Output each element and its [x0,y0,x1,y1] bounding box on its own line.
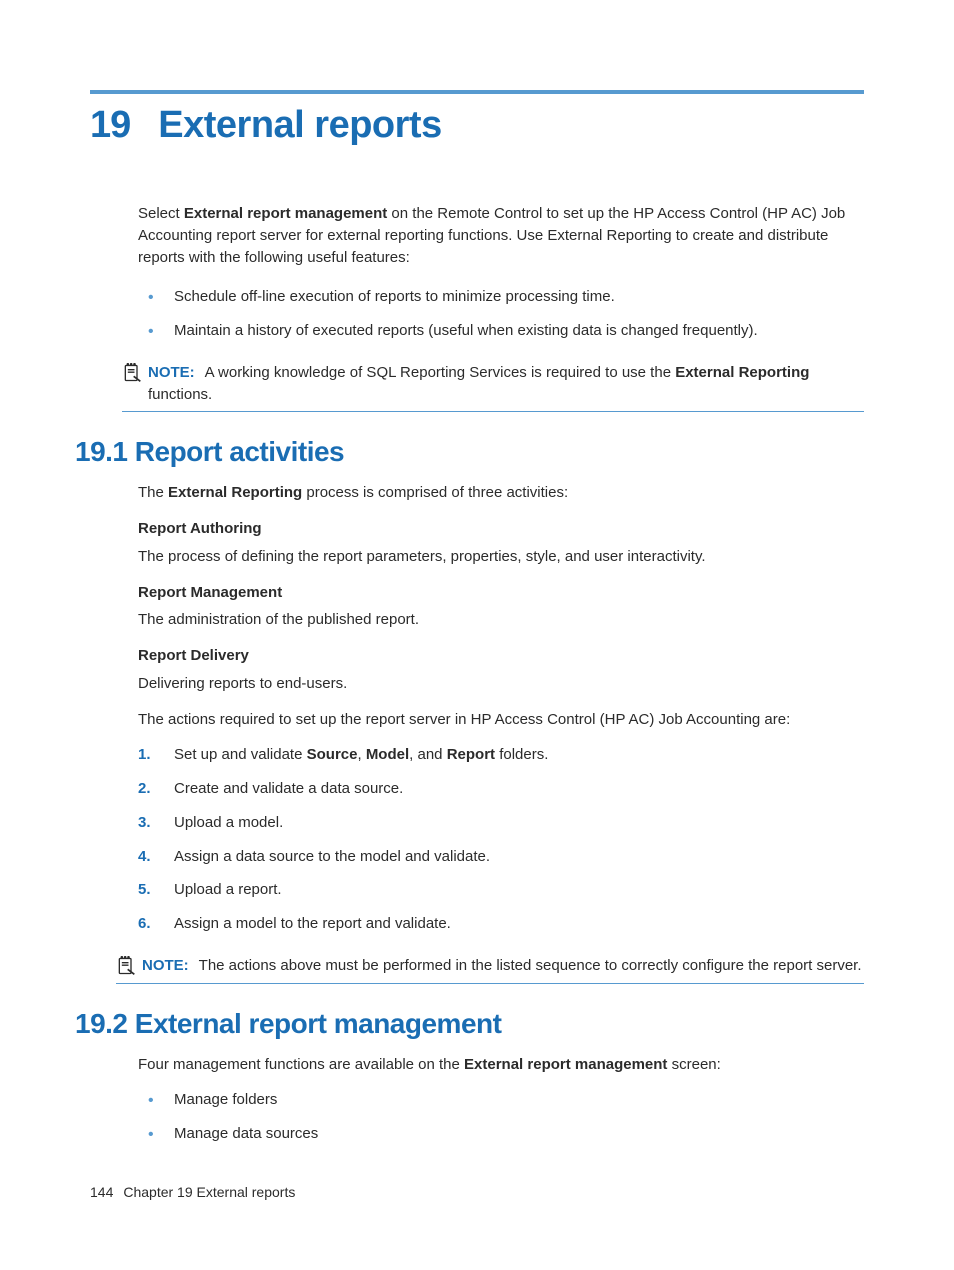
section-heading-19-1: 19.1 Report activities [75,436,864,468]
list-item: 5.Upload a report. [138,879,864,901]
note-text: NOTE:The actions above must be performed… [142,955,862,977]
list-item: Manage data sources [138,1123,864,1145]
actions-intro: The actions required to set up the repor… [138,709,864,731]
s192-body: Four management functions are available … [138,1054,864,1145]
report-authoring-heading: Report Authoring [138,518,864,540]
note-text: NOTE:A working knowledge of SQL Reportin… [148,362,864,406]
section-heading-19-2: 19.2 External report management [75,1008,864,1040]
s191-body: The External Reporting process is compri… [138,482,864,935]
chapter-number: 19 [90,104,130,147]
list-item: 6.Assign a model to the report and valid… [138,913,864,935]
s191-intro: The External Reporting process is compri… [138,482,864,504]
list-item: Maintain a history of executed reports (… [138,320,864,342]
note-callout: NOTE:A working knowledge of SQL Reportin… [122,356,864,413]
note-callout: NOTE:The actions above must be performed… [116,949,864,984]
setup-steps: 1.Set up and validate Source, Model, and… [138,744,864,935]
report-management-heading: Report Management [138,582,864,604]
report-authoring-desc: The process of defining the report param… [138,546,864,568]
chapter-heading: 19 External reports [90,104,864,147]
chapter-title: External reports [158,104,441,147]
s192-intro: Four management functions are available … [138,1054,864,1076]
intro-block: Select External report management on the… [138,203,864,342]
list-item: Schedule off-line execution of reports t… [138,286,864,308]
report-management-desc: The administration of the published repo… [138,609,864,631]
note-icon [116,956,136,976]
list-item: Manage folders [138,1089,864,1111]
s192-bullets: Manage folders Manage data sources [138,1089,864,1145]
page-footer: 144 Chapter 19 External reports [90,1184,295,1200]
list-item: 2.Create and validate a data source. [138,778,864,800]
intro-bullets: Schedule off-line execution of reports t… [138,286,864,342]
list-item: 3.Upload a model. [138,812,864,834]
list-item: 1.Set up and validate Source, Model, and… [138,744,864,766]
chapter-top-rule [90,90,864,94]
report-delivery-heading: Report Delivery [138,645,864,667]
intro-paragraph: Select External report management on the… [138,203,864,268]
page-number: 144 [90,1184,113,1200]
list-item: 4.Assign a data source to the model and … [138,846,864,868]
report-delivery-desc: Delivering reports to end-users. [138,673,864,695]
note-icon [122,363,142,383]
footer-label: Chapter 19 External reports [123,1184,295,1200]
